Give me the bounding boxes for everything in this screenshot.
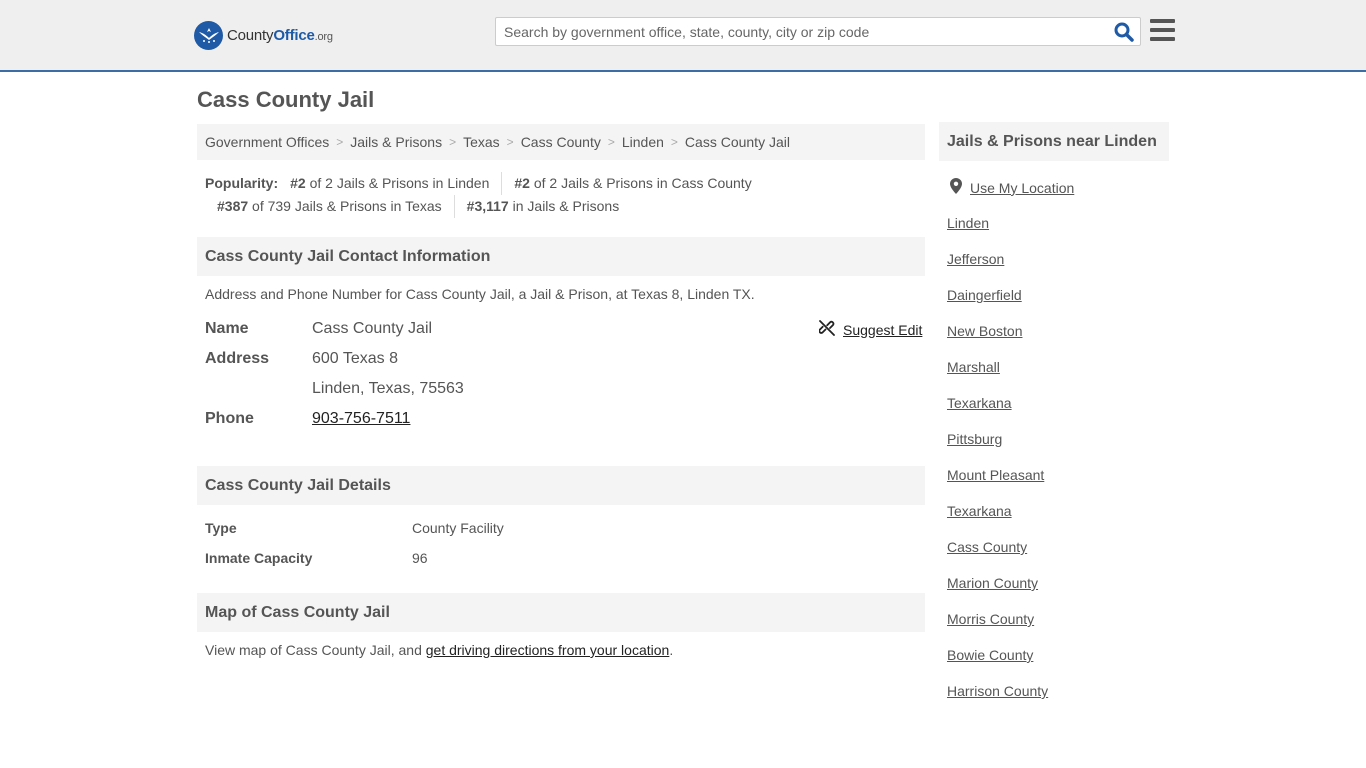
breadcrumb: Government Offices > Jails & Prisons > T… — [197, 124, 925, 160]
search-input[interactable] — [496, 18, 1096, 45]
list-item: Texarkana — [947, 502, 1048, 538]
search-bar — [495, 17, 1141, 46]
map-text-after: . — [669, 642, 674, 658]
seal-icon — [194, 20, 223, 50]
nearby-link-marshall[interactable]: Marshall — [947, 359, 1000, 375]
use-my-location[interactable]: Use My Location — [950, 178, 1074, 197]
chevron-right-icon: > — [449, 135, 457, 149]
chevron-right-icon: > — [670, 135, 678, 149]
list-item: Daingerfield — [947, 286, 1048, 322]
breadcrumb-linden[interactable]: Linden — [622, 134, 664, 150]
list-item: Bowie County — [947, 646, 1048, 682]
list-item: Cass County — [947, 538, 1048, 574]
capacity-label: Inmate Capacity — [205, 550, 313, 566]
address-line2: Linden, Texas, 75563 — [312, 380, 464, 397]
popularity-item: #2 of 2 Jails & Prisons in Linden — [278, 172, 503, 195]
phone-label: Phone — [205, 410, 254, 427]
breadcrumb-current: Cass County Jail — [684, 134, 790, 150]
nearby-link-new-boston[interactable]: New Boston — [947, 323, 1022, 339]
breadcrumb-cass-county[interactable]: Cass County — [521, 134, 601, 150]
logo-text-county: County — [227, 26, 274, 44]
type-label: Type — [205, 520, 237, 536]
list-item: Marion County — [947, 574, 1048, 610]
popularity: Popularity: #2 of 2 Jails & Prisons in L… — [205, 172, 925, 218]
chevron-right-icon: > — [336, 135, 344, 149]
map-description: View map of Cass County Jail, and get dr… — [205, 642, 673, 658]
site-logo[interactable]: CountyOffice.org — [194, 20, 333, 50]
search-icon[interactable] — [1114, 22, 1134, 42]
logo-text-tld: .org — [314, 30, 333, 43]
use-my-location-link[interactable]: Use My Location — [970, 180, 1074, 196]
contact-heading: Cass County Jail Contact Information — [197, 237, 925, 276]
list-item: Morris County — [947, 610, 1048, 646]
list-item: Texarkana — [947, 394, 1048, 430]
nearby-link-marion-county[interactable]: Marion County — [947, 575, 1038, 591]
name-label: Name — [205, 320, 249, 337]
logo-text: CountyOffice.org — [227, 27, 333, 44]
address-label: Address — [205, 350, 270, 367]
nearby-link-texarkana[interactable]: Texarkana — [947, 395, 1012, 411]
popularity-label: Popularity: — [205, 175, 279, 191]
popularity-item: #3,117 in Jails & Prisons — [466, 198, 620, 214]
nearby-link-morris-county[interactable]: Morris County — [947, 611, 1034, 627]
nearby-link-texarkana-2[interactable]: Texarkana — [947, 503, 1012, 519]
popularity-item: #2 of 2 Jails & Prisons in Cass County — [514, 175, 752, 191]
popularity-item: #387 of 739 Jails & Prisons in Texas — [205, 195, 455, 218]
list-item: Jefferson — [947, 250, 1048, 286]
map-heading: Map of Cass County Jail — [197, 593, 925, 632]
page-title: Cass County Jail — [197, 87, 375, 112]
list-item: Marshall — [947, 358, 1048, 394]
nearby-link-mount-pleasant[interactable]: Mount Pleasant — [947, 467, 1044, 483]
driving-directions-link[interactable]: get driving directions from your locatio… — [426, 642, 670, 658]
nearby-link-jefferson[interactable]: Jefferson — [947, 251, 1004, 267]
nearby-link-cass-county[interactable]: Cass County — [947, 539, 1027, 555]
nearby-link-bowie-county[interactable]: Bowie County — [947, 647, 1033, 663]
nearby-link-pittsburg[interactable]: Pittsburg — [947, 431, 1002, 447]
breadcrumb-texas[interactable]: Texas — [463, 134, 500, 150]
hamburger-menu-icon[interactable] — [1150, 19, 1175, 41]
chevron-right-icon: > — [506, 135, 514, 149]
phone-link[interactable]: 903-756-7511 — [312, 410, 410, 428]
name-value: Cass County Jail — [312, 320, 433, 337]
chevron-right-icon: > — [607, 135, 615, 149]
suggest-edit-link[interactable]: Suggest Edit — [843, 322, 922, 338]
nearby-list: Linden Jefferson Daingerfield New Boston… — [947, 214, 1048, 718]
type-value: County Facility — [412, 520, 504, 536]
map-pin-icon — [950, 178, 962, 197]
list-item: Mount Pleasant — [947, 466, 1048, 502]
logo-text-office: Office — [273, 26, 315, 44]
nearby-link-linden[interactable]: Linden — [947, 215, 989, 231]
details-heading: Cass County Jail Details — [197, 466, 925, 505]
broken-link-icon — [818, 320, 835, 339]
list-item: Pittsburg — [947, 430, 1048, 466]
capacity-value: 96 — [412, 550, 428, 566]
site-header: CountyOffice.org — [0, 0, 1366, 72]
contact-description: Address and Phone Number for Cass County… — [205, 286, 755, 302]
nearby-link-harrison-county[interactable]: Harrison County — [947, 683, 1048, 699]
nearby-link-daingerfield[interactable]: Daingerfield — [947, 287, 1022, 303]
list-item: Harrison County — [947, 682, 1048, 718]
list-item: Linden — [947, 214, 1048, 250]
list-item: New Boston — [947, 322, 1048, 358]
sidebar-heading: Jails & Prisons near Linden — [939, 122, 1169, 161]
map-text-before: View map of Cass County Jail, and — [205, 642, 426, 658]
suggest-edit[interactable]: Suggest Edit — [818, 320, 922, 339]
breadcrumb-government-offices[interactable]: Government Offices — [205, 134, 329, 150]
breadcrumb-jails-prisons[interactable]: Jails & Prisons — [350, 134, 442, 150]
address-line1: 600 Texas 8 — [312, 350, 398, 367]
